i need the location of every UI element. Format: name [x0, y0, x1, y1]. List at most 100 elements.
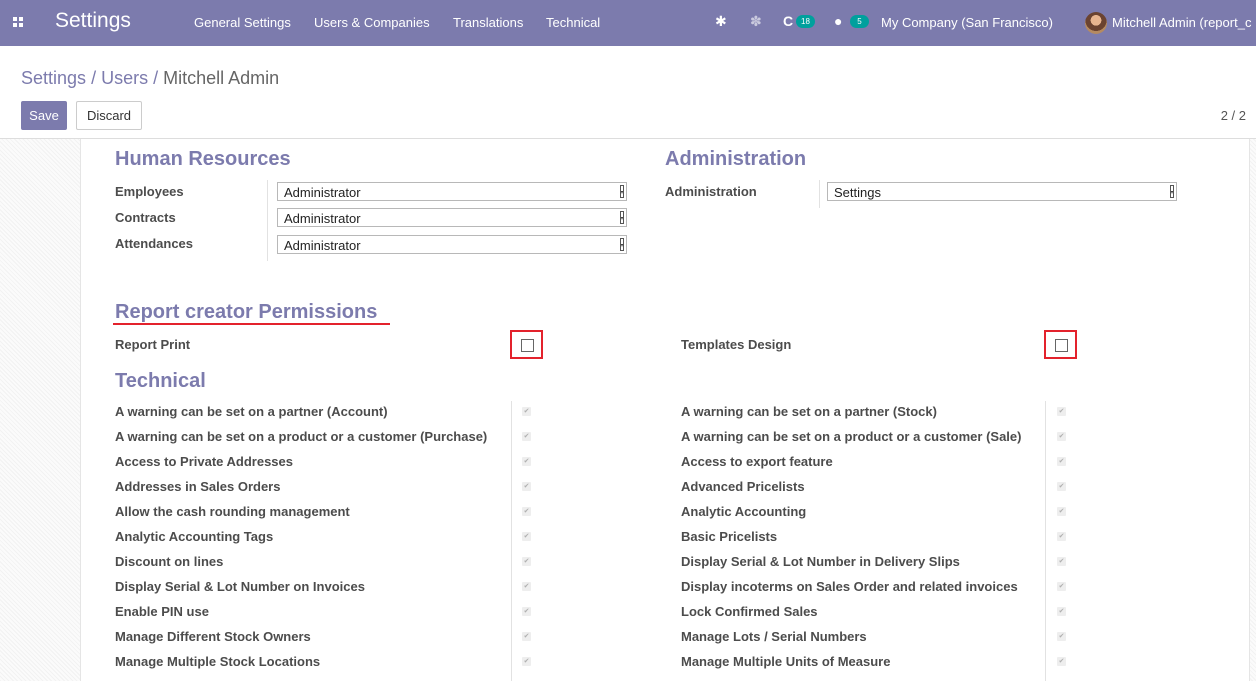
highlight-box [1044, 330, 1077, 359]
field-divider [819, 180, 820, 208]
technical-permission-checkbox[interactable]: ✔ [522, 607, 531, 616]
technical-permission-label: Access to export feature [681, 454, 833, 469]
administration-select-value: Settings [834, 185, 881, 200]
section-title-report-creator: Report creator Permissions [115, 301, 378, 323]
messaging-chat-icon[interactable]: ● [834, 13, 842, 29]
menu-translations[interactable]: Translations [453, 15, 523, 30]
breadcrumb-current: Mitchell Admin [163, 68, 280, 88]
field-label-report-print: Report Print [115, 337, 191, 352]
technical-permission-label: Analytic Accounting Tags [115, 529, 274, 544]
technical-permission-label: Display incoterms on Sales Order and rel… [681, 579, 1018, 594]
control-panel: Settings / Users / Mitchell Admin Save D… [0, 46, 1256, 139]
section-title-technical: Technical [115, 370, 206, 392]
technical-permission-checkbox[interactable]: ✔ [522, 407, 531, 416]
technical-permission-label: A warning can be set on a partner (Stock… [681, 404, 937, 419]
technical-permission-label: Access to Private Addresses [115, 454, 294, 469]
technical-permission-label: Lock Confirmed Sales [681, 604, 818, 619]
technical-permission-checkbox[interactable]: ✔ [522, 557, 531, 566]
breadcrumb-settings[interactable]: Settings [21, 68, 86, 88]
templates-design-checkbox[interactable] [1055, 339, 1068, 352]
chevron-down-icon [620, 238, 624, 251]
technical-permission-label: Advanced Pricelists [681, 479, 805, 494]
technical-permission-checkbox[interactable]: ✔ [1057, 582, 1066, 591]
apps-menu-icon[interactable] [13, 17, 23, 27]
technical-permission-label: Display Serial & Lot Number in Delivery … [681, 554, 960, 569]
technical-permission-label: Basic Pricelists [681, 529, 778, 544]
technical-permission-checkbox[interactable]: ✔ [1057, 557, 1066, 566]
activity-clock-icon[interactable]: C [783, 13, 793, 29]
technical-permission-label: Allow the cash rounding management [115, 504, 350, 519]
column-divider [1045, 401, 1046, 681]
menu-users-companies[interactable]: Users & Companies [314, 15, 430, 30]
technical-permission-checkbox[interactable]: ✔ [1057, 507, 1066, 516]
technical-permission-checkbox[interactable]: ✔ [1057, 482, 1066, 491]
technical-permission-label: A warning can be set on a product or a c… [115, 429, 488, 444]
technical-permission-checkbox[interactable]: ✔ [522, 432, 531, 441]
technical-permission-checkbox[interactable]: ✔ [522, 457, 531, 466]
technical-permission-checkbox[interactable]: ✔ [522, 657, 531, 666]
technical-permission-checkbox[interactable]: ✔ [1057, 432, 1066, 441]
message-count-badge: 5 [850, 15, 869, 28]
technical-permission-checkbox[interactable]: ✔ [1057, 607, 1066, 616]
chevron-down-icon [620, 185, 624, 198]
menu-general-settings[interactable]: General Settings [194, 15, 291, 30]
breadcrumb: Settings / Users / Mitchell Admin [21, 68, 279, 89]
highlight-underline [113, 323, 390, 325]
technical-permission-checkbox[interactable]: ✔ [522, 582, 531, 591]
employees-select-value: Administrator [284, 185, 361, 200]
technical-permission-label: Enable PIN use [115, 604, 209, 619]
field-label-contracts: Contracts [115, 210, 176, 225]
technical-permission-checkbox[interactable]: ✔ [1057, 457, 1066, 466]
app-title[interactable]: Settings [55, 9, 131, 33]
menu-technical[interactable]: Technical [546, 15, 600, 30]
technical-permission-label: Manage Lots / Serial Numbers [681, 629, 867, 644]
technical-permission-checkbox[interactable]: ✔ [1057, 632, 1066, 641]
technical-permission-checkbox[interactable]: ✔ [522, 507, 531, 516]
loading-spinner-icon: ✽ [750, 13, 762, 29]
report-print-checkbox[interactable] [521, 339, 534, 352]
administration-select[interactable]: Settings [827, 182, 1177, 201]
contracts-select[interactable]: Administrator [277, 208, 627, 227]
save-button[interactable]: Save [21, 101, 67, 130]
technical-permission-checkbox[interactable]: ✔ [1057, 657, 1066, 666]
breadcrumb-separator: / [153, 68, 164, 88]
attendances-select[interactable]: Administrator [277, 235, 627, 254]
attendances-select-value: Administrator [284, 238, 361, 253]
technical-permission-label: Manage Different Stock Owners [115, 629, 311, 644]
technical-permission-label: Display Serial & Lot Number on Invoices [115, 579, 365, 594]
field-label-employees: Employees [115, 184, 184, 199]
technical-permission-label: Discount on lines [115, 554, 224, 569]
debug-bug-icon[interactable]: ✱ [715, 13, 727, 30]
section-title-administration: Administration [665, 148, 807, 170]
section-title-human-resources: Human Resources [115, 148, 291, 170]
technical-permission-label: A warning can be set on a product or a c… [681, 429, 1022, 444]
column-divider [511, 401, 512, 681]
technical-permission-checkbox[interactable]: ✔ [522, 482, 531, 491]
employees-select[interactable]: Administrator [277, 182, 627, 201]
activity-count-badge: 18 [796, 15, 815, 28]
breadcrumb-users[interactable]: Users [101, 68, 148, 88]
technical-permission-checkbox[interactable]: ✔ [1057, 407, 1066, 416]
chevron-down-icon [620, 211, 624, 224]
field-label-administration: Administration [665, 184, 757, 199]
pager[interactable]: 2 / 2 [1221, 108, 1246, 123]
technical-permission-label: Addresses in Sales Orders [115, 479, 281, 494]
user-avatar[interactable] [1085, 12, 1107, 34]
technical-permission-checkbox[interactable]: ✔ [1057, 532, 1066, 541]
technical-permission-label: Manage Multiple Stock Locations [115, 654, 321, 669]
highlight-box [510, 330, 543, 359]
field-divider [267, 180, 268, 261]
technical-permission-checkbox[interactable]: ✔ [522, 532, 531, 541]
technical-permission-label: Analytic Accounting [681, 504, 807, 519]
breadcrumb-separator: / [91, 68, 102, 88]
top-navbar: Settings General Settings Users & Compan… [0, 0, 1256, 46]
user-menu[interactable]: Mitchell Admin (report_c [1112, 15, 1251, 30]
discard-button[interactable]: Discard [76, 101, 142, 130]
contracts-select-value: Administrator [284, 211, 361, 226]
technical-permission-checkbox[interactable]: ✔ [522, 632, 531, 641]
technical-permission-label: A warning can be set on a partner (Accou… [115, 404, 388, 419]
chevron-down-icon [1170, 185, 1174, 198]
company-switcher[interactable]: My Company (San Francisco) [881, 15, 1053, 30]
technical-permission-label: Manage Multiple Units of Measure [681, 654, 891, 669]
field-label-templates-design: Templates Design [681, 337, 792, 352]
